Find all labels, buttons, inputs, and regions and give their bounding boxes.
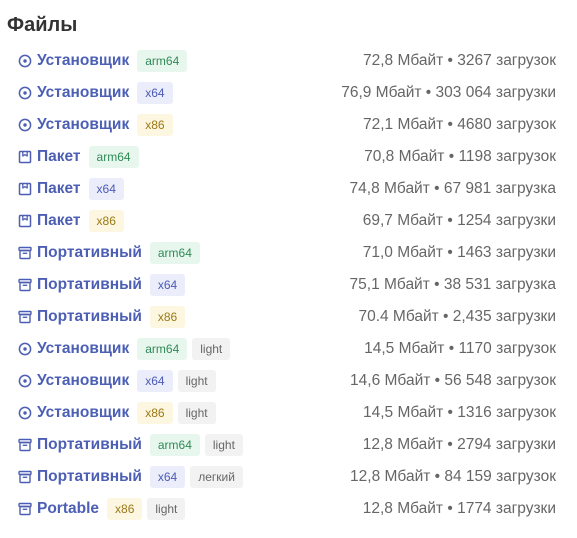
file-row-left: Установщик x64 light: [0, 370, 221, 392]
file-size-downloads: 72,1 Мбайт • 4680 загрузок: [362, 116, 556, 133]
page-title: Файлы: [7, 14, 78, 36]
file-size-downloads: 71,0 Мбайт • 1463 загрузки: [362, 244, 556, 261]
arch-badge: arm64: [137, 338, 188, 360]
package-icon: [18, 150, 32, 164]
file-row: Портативный arm64 light 12,8 Мбайт • 2794 з…: [0, 429, 577, 461]
arch-badge: x64: [88, 178, 124, 200]
file-row-left: Портативный arm64: [0, 242, 205, 264]
installer-icon: [18, 118, 32, 132]
file-row-left: Пакет x86: [0, 210, 129, 232]
arch-badge: x64: [149, 466, 186, 488]
variant-badge: light: [192, 338, 231, 360]
file-download-link[interactable]: Портативный: [37, 436, 142, 454]
file-download-link[interactable]: Портативный: [37, 308, 142, 326]
file-row-left: Установщик arm64 light: [0, 338, 235, 360]
file-row: Пакет arm64 70,8 Мбайт • 1198 загрузок: [0, 141, 577, 173]
file-row: Portable x86 light 12,8 Мбайт • 1774 загруз…: [0, 493, 577, 525]
file-row-left: Пакет arm64: [0, 146, 144, 168]
variant-badge: легкий: [190, 466, 243, 488]
file-row-left: Портативный x64 легкий: [0, 466, 248, 488]
file-download-link[interactable]: Пакет: [37, 212, 81, 230]
file-size-downloads: 76,9 Мбайт • 303 064 загрузки: [341, 84, 556, 101]
file-download-link[interactable]: Установщик: [37, 52, 129, 70]
file-row: Установщик x86 light 14,5 Мбайт • 1316 загр…: [0, 397, 577, 429]
file-row-left: Пакет x64: [0, 178, 129, 200]
arch-badge: x86: [137, 114, 173, 136]
file-row: Портативный x64 75,1 Мбайт • 38 531 загруз…: [0, 269, 577, 301]
file-row: Установщик arm64 72,8 Мбайт • 3267 загрузо…: [0, 45, 577, 77]
installer-icon: [18, 86, 32, 100]
file-download-link[interactable]: Установщик: [37, 340, 129, 358]
file-size-downloads: 69,7 Мбайт • 1254 загрузки: [362, 212, 556, 229]
file-download-link[interactable]: Portable: [37, 500, 99, 518]
file-row-left: Портативный arm64 light: [0, 434, 248, 456]
file-download-link[interactable]: Пакет: [37, 148, 81, 166]
arch-badge: x64: [137, 370, 173, 392]
file-row-left: Установщик x86 light: [0, 402, 221, 424]
archive-icon: [18, 438, 32, 452]
file-download-link[interactable]: Установщик: [37, 84, 129, 102]
file-download-link[interactable]: Портативный: [37, 276, 142, 294]
file-download-link[interactable]: Пакет: [37, 180, 81, 198]
arch-badge: arm64: [88, 146, 139, 168]
variant-badge: light: [177, 402, 216, 424]
file-download-link[interactable]: Портативный: [37, 244, 142, 262]
file-row-left: Портативный x86: [0, 306, 190, 328]
arch-badge: x86: [137, 402, 173, 424]
arch-badge: x86: [88, 210, 124, 232]
file-size-downloads: 75,1 Мбайт • 38 531 загрузка: [349, 276, 556, 293]
file-list: Установщик arm64 72,8 Мбайт • 3267 загрузо…: [0, 45, 577, 525]
file-row: Установщик x64 light 14,6 Мбайт • 56 548 за…: [0, 365, 577, 397]
installer-icon: [18, 406, 32, 420]
arch-badge: x64: [149, 274, 186, 296]
package-icon: [18, 214, 32, 228]
file-size-downloads: 14,5 Мбайт • 1316 загрузок: [362, 404, 556, 421]
file-row-left: Портативный x64: [0, 274, 190, 296]
file-size-downloads: 12,8 Мбайт • 2794 загрузки: [362, 436, 556, 453]
file-row-left: Установщик x86: [0, 114, 178, 136]
file-row-left: Установщик arm64: [0, 50, 192, 72]
installer-icon: [18, 374, 32, 388]
archive-icon: [18, 278, 32, 292]
file-row: Установщик x86 72,1 Мбайт • 4680 загрузок: [0, 109, 577, 141]
file-row: Установщик arm64 light 14,5 Мбайт • 1170 за…: [0, 333, 577, 365]
arch-badge: arm64: [149, 242, 200, 264]
file-download-link[interactable]: Портативный: [37, 468, 142, 486]
variant-badge: light: [204, 434, 243, 456]
archive-icon: [18, 246, 32, 260]
arch-badge: x64: [137, 82, 173, 104]
file-size-downloads: 12,8 Мбайт • 1774 загрузки: [362, 500, 556, 517]
file-size-downloads: 72,8 Мбайт • 3267 загрузок: [362, 52, 556, 69]
variant-badge: light: [177, 370, 216, 392]
installer-icon: [18, 342, 32, 356]
archive-icon: [18, 470, 32, 484]
file-download-link[interactable]: Установщик: [37, 372, 129, 390]
file-download-link[interactable]: Установщик: [37, 116, 129, 134]
package-icon: [18, 182, 32, 196]
file-row: Портативный x86 70.4 Мбайт • 2,435 загрузк…: [0, 301, 577, 333]
file-row: Портативный x64 легкий 12,8 Мбайт • 84 159 …: [0, 461, 577, 493]
archive-icon: [18, 502, 32, 516]
file-row: Пакет x86 69,7 Мбайт • 1254 загрузки: [0, 205, 577, 237]
file-download-link[interactable]: Установщик: [37, 404, 129, 422]
arch-badge: arm64: [149, 434, 200, 456]
file-row: Установщик x64 76,9 Мбайт • 303 064 загруз…: [0, 77, 577, 109]
file-row-left: Установщик x64: [0, 82, 178, 104]
file-size-downloads: 12,8 Мбайт • 84 159 загрузок: [350, 468, 556, 485]
arch-badge: x86: [107, 498, 143, 520]
arch-badge: arm64: [137, 50, 188, 72]
file-size-downloads: 14,5 Мбайт • 1170 загрузок: [364, 340, 556, 357]
file-size-downloads: 74,8 Мбайт • 67 981 загрузка: [349, 180, 556, 197]
variant-badge: light: [147, 498, 186, 520]
file-size-downloads: 14,6 Мбайт • 56 548 загрузок: [350, 372, 556, 389]
arch-badge: x86: [149, 306, 186, 328]
installer-icon: [18, 54, 32, 68]
archive-icon: [18, 310, 32, 324]
file-size-downloads: 70,8 Мбайт • 1198 загрузок: [364, 148, 556, 165]
file-row: Портативный arm64 71,0 Мбайт • 1463 загруз…: [0, 237, 577, 269]
file-size-downloads: 70.4 Мбайт • 2,435 загрузки: [358, 308, 556, 325]
file-row-left: Portable x86 light: [0, 498, 190, 520]
file-row: Пакет x64 74,8 Мбайт • 67 981 загрузка: [0, 173, 577, 205]
